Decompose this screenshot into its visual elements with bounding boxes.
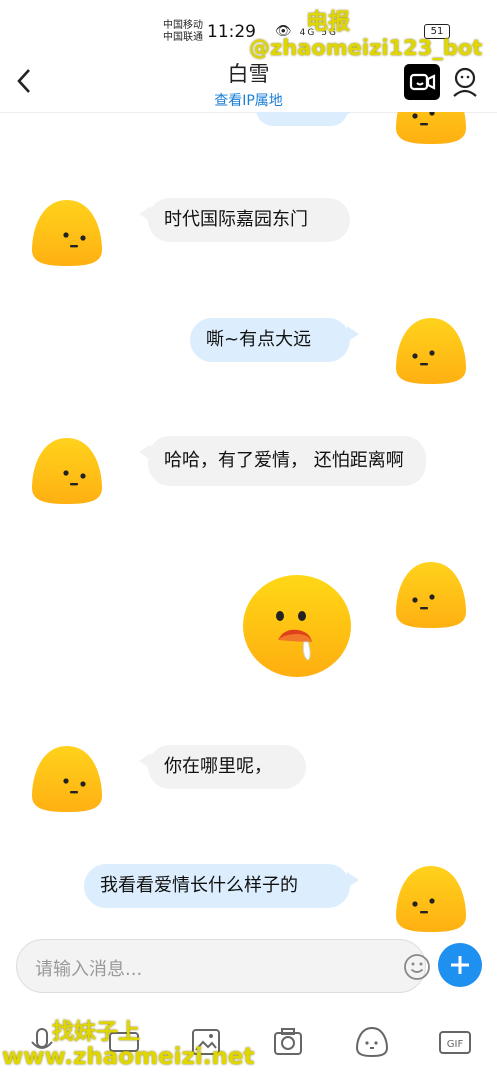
video-call-button[interactable] (404, 64, 440, 100)
self-avatar[interactable] (394, 560, 468, 630)
contact-avatar[interactable] (30, 744, 104, 814)
carrier-1: 中国移动 (163, 20, 203, 31)
outgoing-message-bubble[interactable]: 嘶~有点大远 (190, 318, 359, 362)
gif-icon[interactable]: GIF (437, 1024, 473, 1060)
message-list[interactable]: 时代国际嘉园东门 嘶~有点大远 哈哈，有了爱情， 还怕距离啊 你在哪里呢， 我看… (0, 112, 497, 936)
contact-avatar[interactable] (30, 436, 104, 506)
watermark-top: 电报 (306, 10, 351, 35)
message-input-placeholder: 请输入消息... (35, 959, 143, 980)
plus-icon (451, 956, 469, 974)
svg-text:GIF: GIF (447, 1039, 464, 1050)
incoming-message-bubble[interactable]: 你在哪里呢， (139, 745, 306, 789)
previous-bubble (256, 112, 357, 126)
sticker-face-icon[interactable] (354, 1024, 390, 1060)
video-camera-icon (409, 73, 436, 91)
watermark-bottom-2: www.zhaomeizi.net (2, 1044, 255, 1070)
add-button[interactable] (438, 943, 482, 987)
chat-header: 白雪 查看IP属地 (0, 52, 497, 113)
self-avatar (396, 112, 466, 144)
watermark-handle: @zhaomeizi123_bot (249, 36, 483, 60)
incoming-message-bubble[interactable]: 时代国际嘉园东门 (139, 198, 350, 242)
emoji-icon[interactable] (403, 953, 431, 981)
profile-icon (453, 67, 477, 97)
drooling-face-sticker[interactable] (240, 572, 354, 680)
carrier-names: 中国移动 中国联通 (163, 20, 203, 44)
self-avatar[interactable] (394, 864, 468, 934)
contact-avatar[interactable] (30, 198, 104, 268)
carrier-2: 中国联通 (163, 32, 203, 43)
incoming-message-bubble[interactable]: 哈哈，有了爱情， 还怕距离啊 (139, 436, 426, 486)
outgoing-message-bubble[interactable]: 我看看爱情长什么样子的 (84, 864, 359, 908)
watermark-bottom-1: 找妹子上 (52, 1020, 141, 1045)
message-input[interactable]: 请输入消息... (16, 939, 430, 993)
camera-icon[interactable] (270, 1024, 306, 1060)
self-avatar[interactable] (394, 316, 468, 386)
profile-button[interactable] (450, 66, 480, 98)
